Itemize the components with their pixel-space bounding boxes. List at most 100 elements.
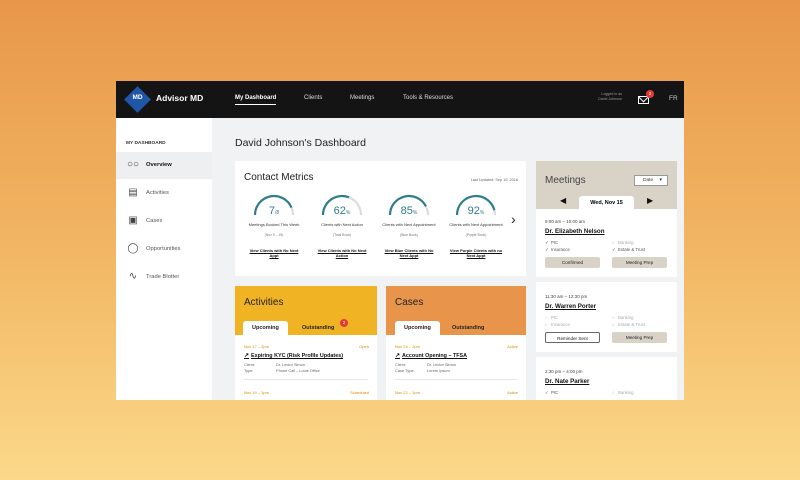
sidebar-item-label: Activities (146, 190, 169, 196)
gauge-value: 7/8 (268, 205, 280, 217)
case-link[interactable]: ↗ Account Opening – TFSA (395, 352, 467, 359)
sidebar-item-opportunities[interactable]: ◯ Opportunities (116, 236, 212, 263)
gauge-value: 62% (333, 205, 351, 217)
tab-upcoming[interactable]: Upcoming (395, 321, 440, 335)
contact-metrics-card: Contact Metrics Last Updated: Sep 15, 20… (235, 161, 526, 276)
gauge-caption: Clients with Next Action (321, 222, 363, 227)
activities-card: Activities Upcoming Outstanding 2 Nov 17… (235, 286, 377, 400)
sidebar-item-cases[interactable]: ▣ Cases (116, 208, 212, 235)
check-insurance: ○ Insurance (545, 322, 570, 327)
user-name[interactable]: David Johnson (586, 97, 622, 102)
gauge-meetings-booked: 7/8 Meetings Booked This Week (Nov 9 – 1… (246, 193, 302, 263)
meeting-client-link[interactable]: Dr. Warren Porter (545, 303, 596, 310)
gauge-subcaption: (Blue Book) (400, 233, 418, 237)
sidebar-item-activities[interactable]: ▤ Activities (116, 180, 212, 207)
sidebar: MY DASHBOARD ○○ Overview ▤ Activities ▣ … (116, 118, 212, 400)
item-status: Active (507, 344, 518, 349)
chart-nodes-icon: ∿ (128, 271, 138, 282)
cases-header: Cases Upcoming Outstanding (386, 286, 526, 335)
card-title: Contact Metrics (244, 172, 314, 183)
sidebar-title: MY DASHBOARD (126, 141, 166, 146)
app-name[interactable]: Advisor MD (156, 93, 203, 103)
check-banking: ○ Banking (612, 240, 634, 245)
next-arrow-icon[interactable]: › (511, 211, 516, 227)
selected-day: Wed, Nov 15 (579, 196, 634, 209)
gauge-value: 85% (400, 205, 418, 217)
logo-text: MD (132, 94, 143, 101)
reminder-sent-button[interactable]: Reminder Sent (545, 332, 600, 343)
sidebar-item-trade-blotter[interactable]: ∿ Trade Blotter (116, 264, 212, 291)
card-title: Cases (395, 297, 424, 308)
sidebar-item-overview[interactable]: ○○ Overview (116, 152, 212, 179)
external-link-icon: ↗ (395, 353, 401, 359)
tab-outstanding[interactable]: Outstanding (443, 321, 493, 335)
card-title: Activities (244, 297, 284, 308)
last-updated: Last Updated: Sep 15, 2018 (470, 178, 518, 182)
confirmed-button[interactable]: Confirmed (545, 257, 600, 268)
meeting-time: 9:00 am – 10:00 am (545, 219, 586, 224)
activity-link[interactable]: ↗ Expiring KYC (Risk Profile Updates) (244, 352, 343, 359)
top-bar: MD Advisor MD My Dashboard Clients Meeti… (116, 81, 684, 118)
nav-my-dashboard[interactable]: My Dashboard (235, 95, 277, 105)
type-row: Type: Phone Call – Louis Office (244, 368, 320, 373)
item-status: Active (507, 390, 518, 395)
sidebar-item-label: Cases (146, 218, 163, 224)
gauge-blue-book: 85% Clients with Next Appointment (Blue … (381, 193, 437, 263)
gauge-value: 92% (467, 205, 485, 217)
item-date: Nov 17 – 2pm (244, 344, 269, 349)
view-clients-link[interactable]: View Purple Clients with no Next Appt (448, 248, 504, 258)
meeting-time: 11:30 am – 12:30 pm (545, 294, 588, 299)
prev-day-icon[interactable]: ◀ (560, 196, 566, 205)
meetings-card: Meetings Date ◀ Wed, Nov 15 ▶ 9:00 am – … (536, 161, 677, 400)
check-pic: ○ PIC (545, 315, 559, 320)
item-date: Nov 19 – 1pm (244, 390, 269, 395)
meetings-header: Meetings Date ◀ Wed, Nov 15 ▶ (536, 161, 677, 209)
check-estate-trust: ✓ Estate & Trust (612, 247, 645, 252)
sidebar-item-label: Overview (146, 162, 172, 168)
meeting-client-link[interactable]: Dr. Nate Parker (545, 378, 589, 385)
item-date: Nov 24 – 2pm (395, 344, 420, 349)
meeting-client-link[interactable]: Dr. Elizabeth Nelson (545, 228, 604, 235)
language-toggle[interactable]: FR (669, 95, 678, 102)
item-status: Scheduled (350, 390, 369, 395)
divider (395, 379, 517, 380)
meeting-time: 2:30 pm – 4:00 pm (545, 369, 583, 374)
view-clients-link[interactable]: View Clients with No Next Action (314, 248, 370, 258)
check-estate-trust: ○ Estate & Trust (612, 322, 645, 327)
separator (536, 352, 677, 357)
gauge-subcaption: (Purple Book) (465, 233, 487, 237)
sidebar-item-label: Opportunities (146, 246, 181, 252)
item-status: Open (359, 344, 369, 349)
logged-in-info: Logged in as David Johnson (586, 92, 622, 102)
separator (536, 277, 677, 282)
gauge-subcaption: (Nov 9 – 15) (264, 233, 284, 237)
client-row: Client: Dr. Lector Simon (244, 362, 305, 367)
meeting-prep-button[interactable]: Meeting Prep (612, 332, 667, 343)
tab-outstanding[interactable]: Outstanding (293, 321, 343, 335)
next-day-icon[interactable]: ▶ (647, 196, 653, 205)
clipboard-icon: ▤ (128, 187, 138, 198)
gauge-caption: Meetings Booked This Week (248, 222, 300, 227)
view-clients-link[interactable]: View Clients with No Next Appt (246, 248, 302, 258)
cases-card: Cases Upcoming Outstanding Nov 24 – 2pm … (386, 286, 526, 400)
nav-meetings[interactable]: Meetings (350, 95, 374, 101)
item-date: Nov 22 – 1pm (395, 390, 420, 395)
gauge-subcaption: (Total Book) (332, 233, 352, 237)
sidebar-item-label: Trade Blotter (146, 274, 180, 280)
view-clients-link[interactable]: View Blue Clients with No Next Appt (381, 248, 437, 258)
nav-tools-resources[interactable]: Tools & Resources (403, 95, 453, 101)
divider (244, 379, 368, 380)
outstanding-badge: 2 (340, 319, 348, 327)
nav-clients[interactable]: Clients (304, 95, 322, 101)
gauge-purple-book: 92% Clients with Next Appointment (Purpl… (448, 193, 504, 263)
date-dropdown[interactable]: Date (634, 175, 668, 186)
gauge-caption: Clients with Next Appointment (449, 222, 503, 227)
client-row: Client: Dr. Lector Simon (395, 362, 456, 367)
external-link-icon: ↗ (244, 353, 250, 359)
card-title: Meetings (545, 175, 586, 186)
lightbulb-icon: ◯ (127, 243, 139, 254)
gauge-next-action: 62% Clients with Next Action (Total Book… (314, 193, 370, 263)
meeting-prep-button[interactable]: Meeting Prep (612, 257, 667, 268)
tab-upcoming[interactable]: Upcoming (243, 321, 288, 335)
gauge-caption: Clients with Next Appointment (382, 222, 436, 227)
